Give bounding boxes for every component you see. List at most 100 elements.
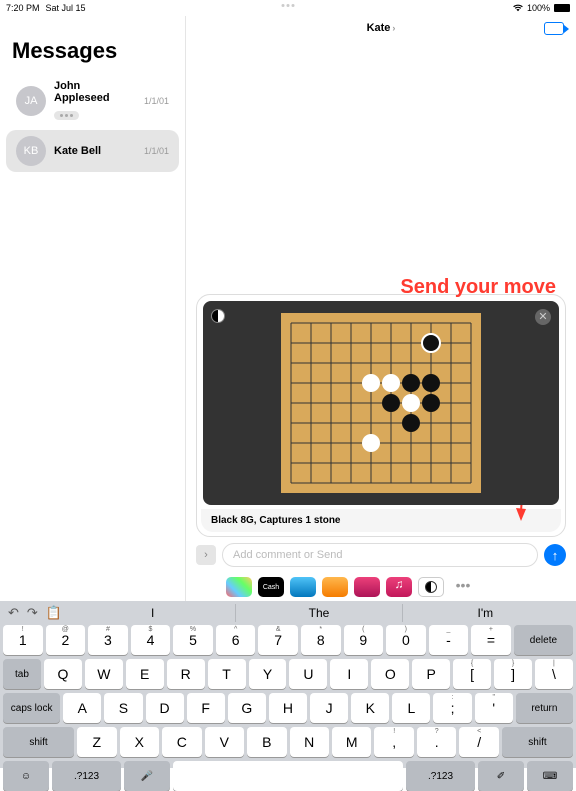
key[interactable]: ?. <box>417 727 456 757</box>
key[interactable]: C <box>162 727 201 757</box>
key[interactable]: {[ <box>453 659 491 689</box>
undo-icon[interactable]: ↶ <box>8 605 19 621</box>
key[interactable]: F <box>187 693 225 723</box>
key[interactable]: T <box>208 659 246 689</box>
key[interactable]: R <box>167 659 205 689</box>
conversation-row[interactable]: KB Kate Bell 1/1/01 <box>6 130 179 172</box>
shift-key[interactable]: shift <box>3 727 74 757</box>
key[interactable]: B <box>247 727 286 757</box>
key[interactable]: }] <box>494 659 532 689</box>
key[interactable]: G <box>228 693 266 723</box>
key[interactable]: S <box>104 693 142 723</box>
close-icon[interactable]: ✕ <box>535 309 551 325</box>
message-input[interactable]: Add comment or Send <box>222 543 538 567</box>
key[interactable]: J <box>310 693 348 723</box>
suggestions-bar: I The I'm <box>70 604 568 622</box>
dictation-key[interactable]: 🎤 <box>124 761 170 791</box>
keyboard: ↶ ↷ 📋 I The I'm !1@2#3$4%5^6&7*8(9)0_-+=… <box>0 601 576 768</box>
chat-pane: Kate› Send your move ✕ <box>186 16 576 601</box>
return-key[interactable]: return <box>516 693 573 723</box>
key[interactable]: I <box>330 659 368 689</box>
key[interactable]: H <box>269 693 307 723</box>
send-button[interactable]: ↑ <box>544 544 566 566</box>
key[interactable]: #3 <box>88 625 128 655</box>
clipboard-icon[interactable]: 📋 <box>46 605 62 621</box>
key[interactable]: !1 <box>3 625 43 655</box>
key[interactable]: @2 <box>46 625 86 655</box>
suggestion[interactable]: The <box>235 604 401 622</box>
numbers-key[interactable]: .?123 <box>406 761 475 791</box>
avatar: KB <box>16 136 46 166</box>
yinyang-icon <box>211 309 225 323</box>
key[interactable]: Y <box>249 659 287 689</box>
audio-app-icon[interactable] <box>290 577 316 597</box>
go-board-preview: ✕ <box>203 301 559 505</box>
convo-name: John Appleseed <box>54 80 136 104</box>
key[interactable]: N <box>290 727 329 757</box>
capslock-key[interactable]: caps lock <box>3 693 60 723</box>
video-call-icon[interactable] <box>544 22 564 35</box>
conversation-row[interactable]: JA John Appleseed 1/1/01 <box>6 74 179 128</box>
chat-header[interactable]: Kate› <box>186 16 576 40</box>
suggestion[interactable]: I <box>70 604 235 622</box>
redo-icon[interactable]: ↷ <box>27 605 38 621</box>
key[interactable]: !, <box>374 727 413 757</box>
key[interactable]: &7 <box>258 625 298 655</box>
expand-button[interactable]: › <box>196 545 216 565</box>
key[interactable]: O <box>371 659 409 689</box>
attachment-caption: Black 8G, Captures 1 stone <box>201 509 561 532</box>
key[interactable]: M <box>332 727 371 757</box>
avatar: JA <box>16 86 46 116</box>
convo-date: 1/1/01 <box>144 146 169 156</box>
memoji-app-icon[interactable] <box>322 577 348 597</box>
key[interactable]: V <box>205 727 244 757</box>
key[interactable]: (9 <box>344 625 384 655</box>
chevron-right-icon: › <box>392 23 395 33</box>
key[interactable]: Z <box>77 727 116 757</box>
scribble-key[interactable]: ✐ <box>478 761 524 791</box>
photos-app-icon[interactable] <box>226 577 252 597</box>
sidebar-title: Messages <box>0 16 185 72</box>
battery-icon <box>554 4 570 12</box>
key[interactable]: Q <box>44 659 82 689</box>
key[interactable]: K <box>351 693 389 723</box>
go-app-icon[interactable] <box>418 577 444 597</box>
key[interactable]: E <box>126 659 164 689</box>
key[interactable]: A <box>63 693 101 723</box>
key[interactable]: </ <box>459 727 498 757</box>
tab-key[interactable]: tab <box>3 659 41 689</box>
status-bar: 7:20 PM Sat Jul 15 100% <box>0 0 576 16</box>
key[interactable]: $4 <box>131 625 171 655</box>
key[interactable]: %5 <box>173 625 213 655</box>
key[interactable]: D <box>146 693 184 723</box>
music-app-icon[interactable]: ♫ <box>386 577 412 597</box>
suggestion[interactable]: I'm <box>402 604 568 622</box>
key[interactable]: X <box>120 727 159 757</box>
delete-key[interactable]: delete <box>514 625 573 655</box>
key[interactable]: += <box>471 625 511 655</box>
applecash-app-icon[interactable]: Cash <box>258 577 284 597</box>
key[interactable]: _- <box>429 625 469 655</box>
key[interactable]: W <box>85 659 123 689</box>
app-strip: Cash ♫ ••• <box>186 573 576 601</box>
shift-key[interactable]: shift <box>502 727 573 757</box>
key[interactable]: *8 <box>301 625 341 655</box>
key[interactable]: |\ <box>535 659 573 689</box>
images-app-icon[interactable] <box>354 577 380 597</box>
hide-keyboard-key[interactable]: ⌨ <box>527 761 573 791</box>
numbers-key[interactable]: .?123 <box>52 761 121 791</box>
emoji-key[interactable]: ☺ <box>3 761 49 791</box>
key[interactable]: ^6 <box>216 625 256 655</box>
annotation-text: Send your move <box>400 276 556 299</box>
battery-pct: 100% <box>527 3 550 13</box>
key[interactable]: )0 <box>386 625 426 655</box>
space-key[interactable] <box>173 761 403 791</box>
more-apps-icon[interactable]: ••• <box>450 577 476 597</box>
multitask-handle[interactable] <box>282 4 295 7</box>
key[interactable]: "' <box>475 693 513 723</box>
key[interactable]: L <box>392 693 430 723</box>
message-attachment[interactable]: ✕ <box>196 294 566 537</box>
key[interactable]: U <box>289 659 327 689</box>
key[interactable]: :; <box>433 693 471 723</box>
key[interactable]: P <box>412 659 450 689</box>
